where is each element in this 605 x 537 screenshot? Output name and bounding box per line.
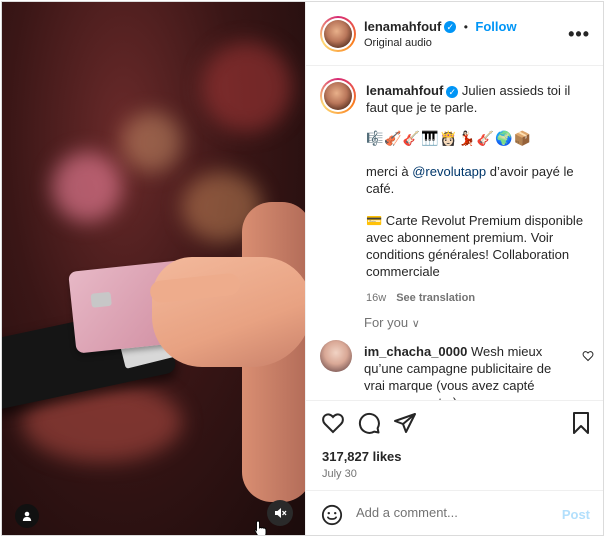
comment-input[interactable] (356, 505, 556, 520)
post-comment-button[interactable]: Post (562, 507, 590, 522)
post-modal: lenamahfouf ✓ • Follow Original audio •••… (1, 1, 604, 536)
comment-icon[interactable] (357, 411, 381, 435)
comment-item: im_chacha_0000 Wesh mieux qu’une campagn… (320, 340, 596, 400)
post-video[interactable] (2, 2, 305, 535)
author-avatar[interactable] (320, 16, 356, 52)
verified-badge-icon: ✓ (446, 85, 459, 98)
mute-button[interactable] (267, 500, 293, 526)
verified-badge-icon: ✓ (444, 20, 457, 33)
audio-link[interactable]: Original audio (364, 37, 432, 49)
comment-like-icon[interactable] (582, 350, 594, 362)
user-tag-icon (22, 511, 32, 521)
heart-icon[interactable] (321, 411, 345, 435)
emoji-icon[interactable] (321, 504, 343, 526)
caption-author-avatar[interactable] (320, 78, 356, 114)
add-comment-bar: Post (306, 490, 603, 535)
follow-button[interactable]: Follow (475, 19, 516, 34)
mouse-cursor-icon (254, 520, 267, 535)
post-date[interactable]: July 30 (322, 468, 357, 480)
post-header: lenamahfouf ✓ • Follow Original audio ••• (306, 2, 603, 66)
caption-thanks-prefix: merci à (366, 164, 413, 179)
caption-time[interactable]: 16w (366, 292, 386, 304)
see-translation-button[interactable]: See translation (396, 292, 475, 304)
commenter-avatar[interactable] (320, 340, 352, 372)
for-you-label: For you (364, 315, 409, 330)
for-you-toggle[interactable]: For you ∨ (364, 315, 420, 330)
more-options-icon[interactable]: ••• (568, 24, 590, 45)
chevron-down-icon: ∨ (411, 318, 420, 330)
likes-count[interactable]: 317,827 likes (322, 449, 402, 464)
card-emoji-icon: 💳 (366, 213, 383, 228)
share-icon[interactable] (393, 411, 417, 435)
mention-link[interactable]: @revolutapp (412, 164, 486, 179)
caption-promo: Carte Revolut Premium disponible avec ab… (366, 213, 584, 279)
post-details-panel: lenamahfouf ✓ • Follow Original audio •••… (305, 2, 603, 535)
commenter-username[interactable]: im_chacha_0000 (364, 344, 467, 359)
bookmark-icon[interactable] (570, 411, 592, 435)
post-actions: 317,827 likes July 30 (306, 400, 603, 490)
caption-emojis: 🎼🎻🎸🎹👸🏻💃🏻🎸🌍📦 (366, 131, 532, 147)
caption-username[interactable]: lenamahfouf (366, 83, 443, 98)
author-username[interactable]: lenamahfouf (364, 19, 441, 34)
mute-icon (275, 508, 287, 518)
separator: • (463, 20, 468, 34)
tagged-users-button[interactable] (15, 504, 39, 528)
